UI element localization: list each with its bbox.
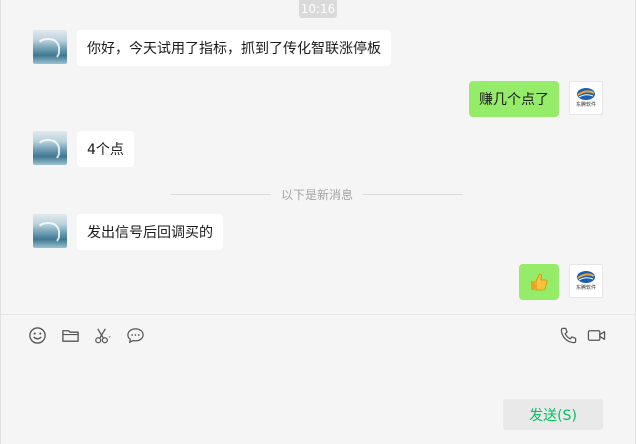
video-call-button[interactable]: [586, 325, 606, 345]
chat-message-area: 10:16 你好，今天试用了指标，抓到了传化智联涨停板 东腾软件 赚几个点了 4…: [0, 0, 636, 314]
input-area: 发送(S): [0, 314, 636, 444]
message-bubble[interactable]: 你好，今天试用了指标，抓到了传化智联涨停板: [77, 30, 391, 66]
thumbs-up-icon: [531, 273, 548, 291]
message-row: 4个点: [33, 131, 134, 167]
contact-avatar[interactable]: [33, 214, 67, 248]
divider-line: [171, 193, 271, 195]
video-icon: [587, 329, 605, 341]
emoji-button[interactable]: [27, 325, 47, 345]
divider-line: [363, 193, 464, 195]
emoji-icon: [28, 326, 46, 344]
new-messages-divider: 以下是新消息: [171, 184, 464, 204]
contact-avatar[interactable]: [33, 131, 67, 165]
self-avatar[interactable]: 东腾软件: [569, 81, 603, 115]
message-bubble[interactable]: [519, 264, 559, 300]
scissors-icon: [94, 328, 111, 343]
message-row: 东腾软件 赚几个点了: [469, 81, 603, 117]
message-bubble[interactable]: 4个点: [77, 131, 134, 167]
self-avatar[interactable]: 东腾软件: [569, 264, 603, 298]
folder-icon: [61, 329, 79, 342]
chat-history-button[interactable]: [125, 325, 145, 345]
chat-bubble-icon: [126, 327, 144, 343]
company-logo-icon: [577, 271, 595, 283]
file-button[interactable]: [60, 325, 80, 345]
message-bubble[interactable]: 赚几个点了: [469, 81, 559, 117]
contact-avatar[interactable]: [33, 30, 67, 64]
voice-call-button[interactable]: [558, 325, 578, 345]
message-bubble[interactable]: 发出信号后回调买的: [77, 214, 223, 250]
self-avatar-text: 东腾软件: [575, 102, 596, 108]
message-row: 发出信号后回调买的: [33, 214, 223, 250]
message-row: 东腾软件: [519, 264, 603, 300]
company-logo-icon: [577, 88, 595, 100]
send-button[interactable]: 发送(S): [503, 399, 603, 430]
new-messages-label: 以下是新消息: [281, 187, 354, 202]
screenshot-button[interactable]: [92, 325, 112, 345]
message-row: 你好，今天试用了指标，抓到了传化智联涨停板: [33, 30, 391, 66]
message-input[interactable]: [15, 355, 621, 405]
timestamp-badge: 10:16: [299, 0, 337, 18]
phone-icon: [560, 327, 576, 343]
self-avatar-text: 东腾软件: [575, 285, 596, 291]
